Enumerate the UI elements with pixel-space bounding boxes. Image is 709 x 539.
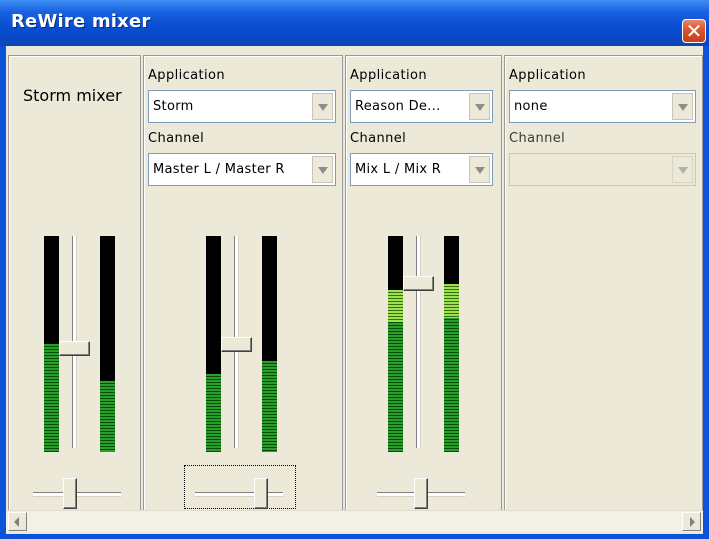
master-strip: Storm mixer [8, 55, 141, 526]
rewire-mixer-window: ReWire mixer ✕ Storm mixer Application S… [0, 0, 709, 539]
window-title: ReWire mixer [11, 11, 151, 32]
application-value-3: none [514, 99, 548, 114]
application-label-1: Application [148, 68, 226, 83]
application-select-2[interactable]: Reason De... [350, 90, 493, 123]
application-label-3: Application [509, 68, 587, 83]
master-fader-knob[interactable] [59, 341, 90, 356]
channel-select-2[interactable]: Mix L / Mix R [350, 153, 493, 186]
horizontal-scrollbar[interactable] [6, 510, 703, 532]
scroll-left-button[interactable] [8, 512, 27, 531]
channel-strip-2: Application Reason De... Channel Mix L /… [345, 55, 502, 526]
channel-1-fader-knob[interactable] [221, 337, 252, 352]
meter-peak-segment [388, 290, 403, 322]
chevron-down-icon[interactable] [469, 93, 490, 120]
close-icon: ✕ [685, 19, 703, 43]
master-meter-right [100, 236, 115, 452]
channel-value-1: Master L / Master R [153, 162, 285, 177]
channel-1-pan-knob[interactable] [254, 478, 268, 509]
title-bar[interactable]: ReWire mixer ✕ [0, 0, 709, 46]
channel-1-meter-left [206, 236, 221, 452]
channel-label-1: Channel [148, 131, 205, 146]
chevron-down-icon[interactable] [312, 93, 333, 120]
chevron-down-icon[interactable] [312, 156, 333, 183]
channel-1-meter-right-level [262, 361, 277, 452]
channel-select-3 [509, 153, 696, 186]
chevron-down-icon[interactable] [469, 156, 490, 183]
master-label: Storm mixer [23, 86, 122, 105]
application-select-3[interactable]: none [509, 90, 696, 123]
application-select-1[interactable]: Storm [148, 90, 336, 123]
channel-label-3: Channel [509, 131, 566, 146]
master-pan-knob[interactable] [63, 478, 77, 509]
master-meter-right-level [100, 381, 115, 452]
channel-2-meter-left-level [388, 290, 403, 452]
application-value-1: Storm [153, 99, 194, 114]
channel-2-pan-knob[interactable] [414, 478, 428, 509]
channel-strip-3: Application none Channel [504, 55, 703, 526]
channel-strip-1: Application Storm Channel Master L / Mas… [143, 55, 343, 526]
meter-peak-segment [444, 284, 459, 318]
mixer-client-area: Storm mixer Application Storm Channel Ma… [6, 46, 703, 534]
application-label-2: Application [350, 68, 428, 83]
chevron-down-icon[interactable] [672, 93, 693, 120]
channel-1-meter-left-level [206, 374, 221, 452]
channel-1-pan-track [195, 492, 283, 497]
channel-2-meter-right-level [444, 284, 459, 452]
channel-value-2: Mix L / Mix R [355, 162, 442, 177]
master-pan-track [33, 492, 121, 497]
channel-label-2: Channel [350, 131, 407, 146]
channel-2-fader-track [416, 236, 421, 448]
scroll-right-button[interactable] [682, 512, 701, 531]
master-meter-left-level [44, 344, 59, 452]
channel-2-meter-left [388, 236, 403, 452]
channel-select-1[interactable]: Master L / Master R [148, 153, 336, 186]
close-button[interactable]: ✕ [682, 19, 706, 43]
channel-2-meter-right [444, 236, 459, 452]
channel-1-meter-right [262, 236, 277, 452]
channel-2-fader-knob[interactable] [403, 276, 434, 291]
channel-1-pan-focus [184, 465, 296, 509]
application-value-2: Reason De... [355, 99, 441, 114]
chevron-down-icon [672, 156, 693, 183]
master-meter-left [44, 236, 59, 452]
